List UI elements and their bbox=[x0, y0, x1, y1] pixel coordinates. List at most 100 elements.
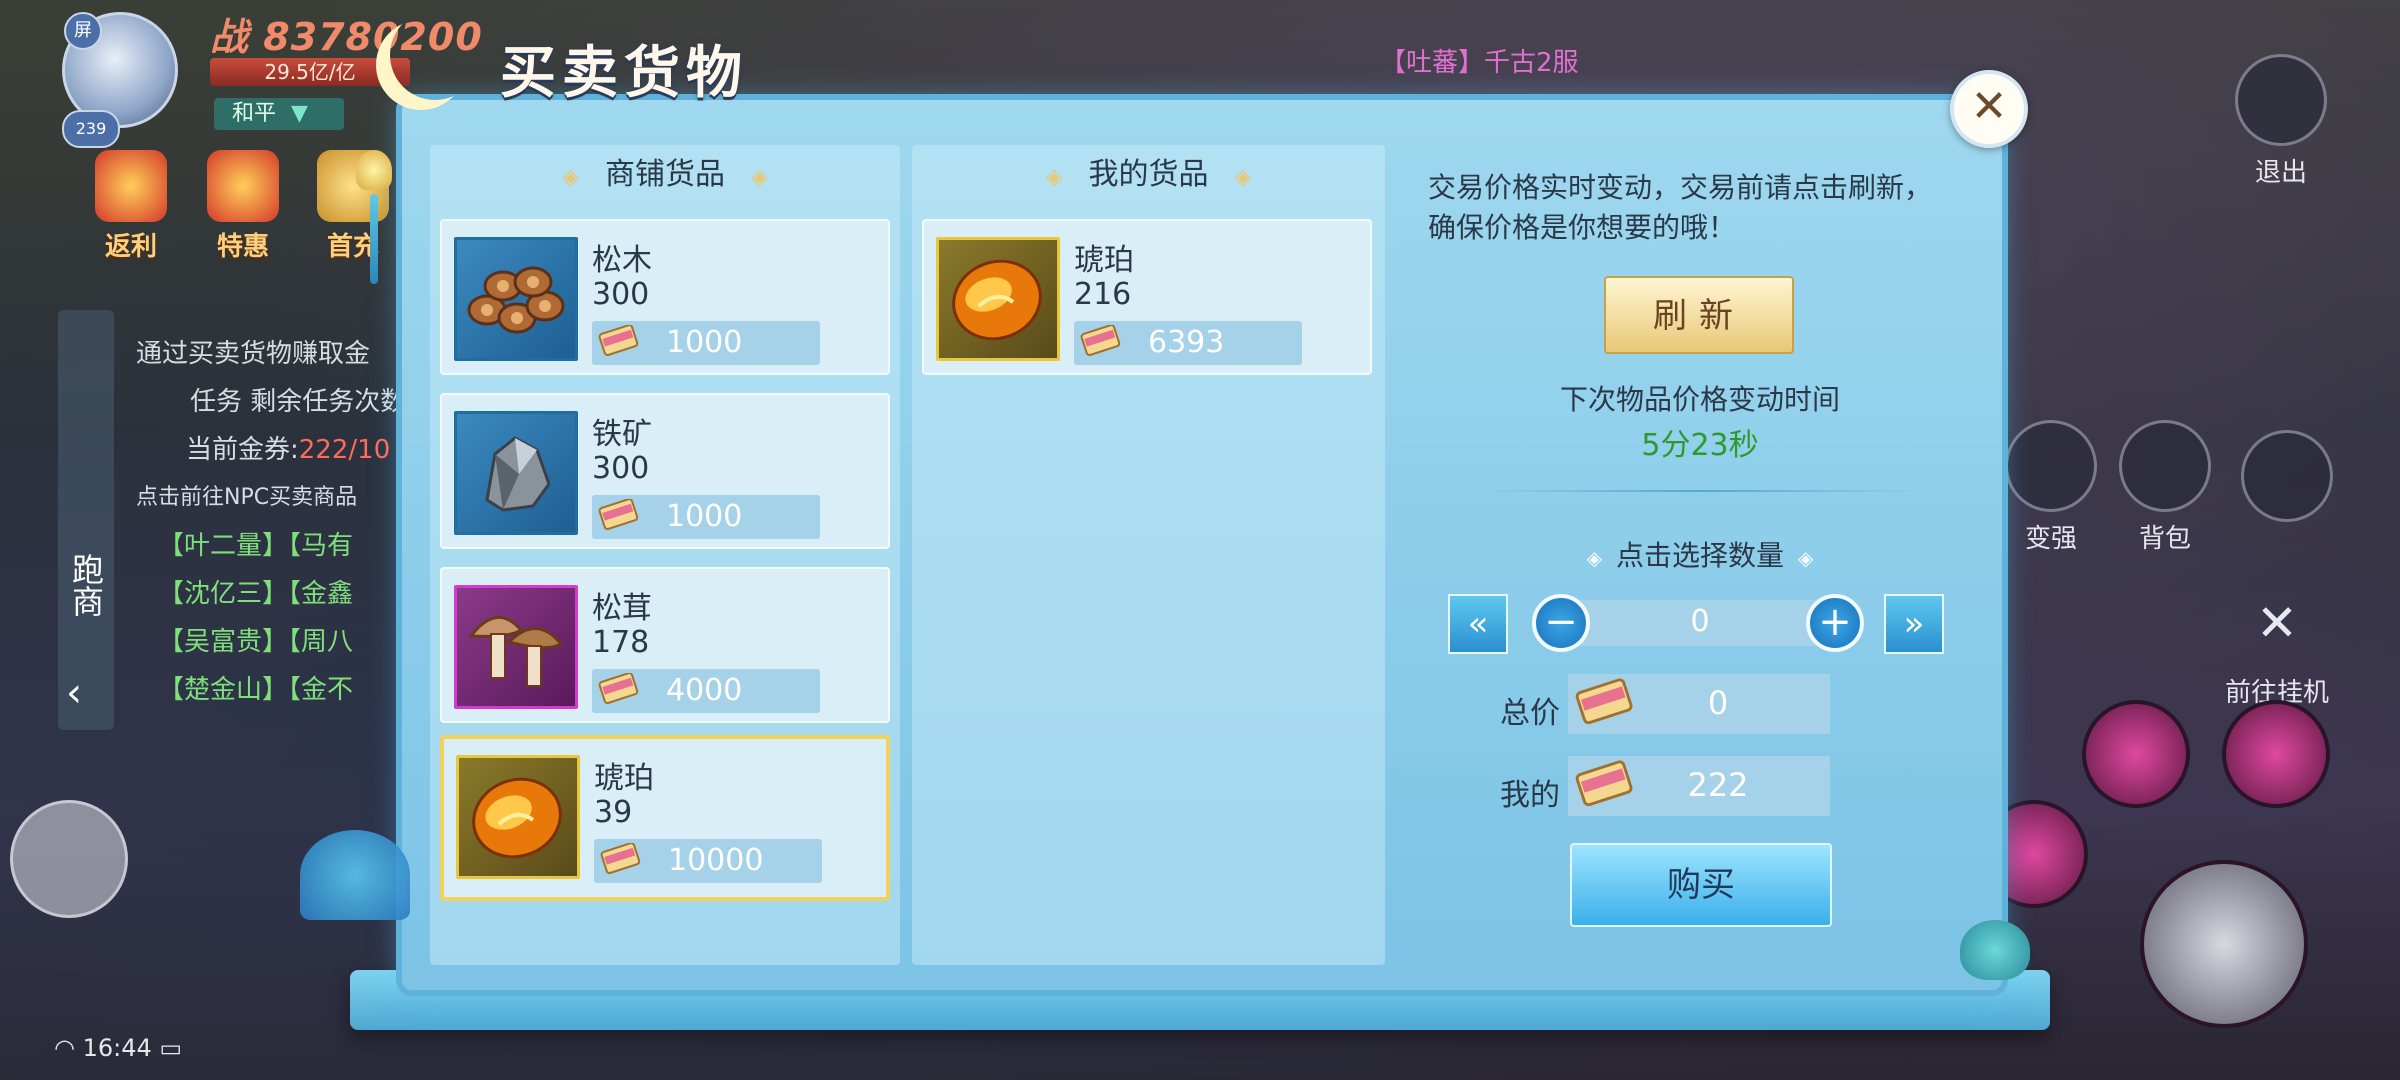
chevron-down-icon: ▼ bbox=[291, 101, 308, 126]
strength-icon bbox=[2005, 420, 2097, 512]
close-icon: ✕ bbox=[1970, 81, 2008, 132]
hud-icon-label: 特惠 bbox=[216, 232, 269, 262]
refresh-button[interactable]: 刷新 bbox=[1604, 276, 1794, 354]
mine-header: ◈ 我的货品 ◈ bbox=[912, 145, 1385, 205]
my-goods-column: ◈ 我的货品 ◈ 琥珀 216 6393 bbox=[912, 145, 1385, 965]
qty-value[interactable]: 0 bbox=[1552, 604, 1848, 639]
wifi-icon: ◠ bbox=[54, 1034, 75, 1062]
dpad-icon bbox=[2241, 430, 2333, 522]
item-name: 松茸 bbox=[592, 591, 652, 626]
attack-button[interactable] bbox=[2140, 860, 2308, 1028]
diamond-icon: ◈ bbox=[751, 165, 768, 190]
strength-label: 变强 bbox=[2024, 524, 2077, 554]
mine-value: 222 bbox=[1687, 766, 1749, 804]
total-label: 总价 bbox=[1500, 696, 1560, 731]
divider bbox=[1480, 490, 1920, 492]
hud-icon-rebate[interactable]: 返利 bbox=[88, 150, 174, 263]
screen-lock-chip[interactable]: 屏 bbox=[64, 12, 102, 50]
level-badge: 239 bbox=[62, 110, 120, 148]
quest-line-2: 任务 剩余任务次数 bbox=[190, 387, 407, 417]
diamond-icon: ◈ bbox=[1798, 546, 1814, 570]
exit-button[interactable]: 退出 bbox=[2226, 54, 2336, 189]
item-qty: 178 bbox=[592, 625, 650, 660]
pk-mode-selector[interactable]: 和平 ▼ bbox=[214, 98, 344, 130]
side-tab-trade[interactable]: 跑商 bbox=[58, 310, 114, 730]
status-bar: ◠ 16:44 ▭ bbox=[54, 1034, 182, 1062]
npc-link[interactable]: 【沈亿三】【金鑫 bbox=[136, 570, 416, 618]
swords-icon: ✕ bbox=[2256, 594, 2298, 652]
diamond-icon: ◈ bbox=[1234, 165, 1252, 190]
double-chevron-left-icon: « bbox=[1467, 604, 1489, 644]
sale-icon bbox=[207, 150, 279, 222]
mine-label: 我的 bbox=[1500, 778, 1560, 813]
item-qty: 39 bbox=[594, 795, 633, 830]
item-qty: 300 bbox=[592, 277, 650, 312]
strength-button[interactable]: 变强 bbox=[1996, 420, 2106, 555]
total-value: 0 bbox=[1707, 684, 1729, 722]
item-price: 1000 bbox=[666, 499, 743, 534]
coupon-icon bbox=[598, 673, 639, 705]
qty-max-button[interactable]: » bbox=[1884, 594, 1944, 654]
collapse-arrow-icon[interactable]: ‹ bbox=[66, 670, 82, 716]
amber-icon bbox=[936, 237, 1060, 361]
coupon-label: 当前金券: bbox=[186, 435, 299, 465]
diamond-icon: ◈ bbox=[1586, 546, 1602, 570]
amber-icon bbox=[456, 755, 580, 879]
shop-item[interactable]: 松茸 178 4000 bbox=[440, 567, 890, 723]
close-button[interactable]: ✕ bbox=[1950, 70, 2028, 148]
shop-header-label: 商铺货品 bbox=[605, 157, 725, 192]
chat-line: 【吐蕃】千古2服 bbox=[1380, 48, 1579, 78]
auto-battle-button[interactable]: ✕ 前往挂机 bbox=[2212, 580, 2342, 709]
item-price-box: 4000 bbox=[592, 669, 820, 713]
item-price-box: 1000 bbox=[592, 495, 820, 539]
bag-button[interactable]: 背包 bbox=[2110, 420, 2220, 555]
npc-link[interactable]: 【吴富贵】【周八 bbox=[136, 618, 416, 666]
price-notice: 交易价格实时变动，交易前请点击刷新，确保价格是你想要的哦！ bbox=[1428, 171, 1933, 244]
bag-label: 背包 bbox=[2138, 524, 2191, 554]
skill-button[interactable] bbox=[2222, 700, 2330, 808]
choose-qty-label: ◈ 点击选择数量 ◈ bbox=[1450, 534, 1950, 574]
hud-icon-sale[interactable]: 特惠 bbox=[200, 150, 286, 263]
qty-plus-button[interactable]: + bbox=[1806, 594, 1864, 652]
npc-link[interactable]: 【叶二量】【马有 bbox=[136, 522, 416, 570]
coupon-icon bbox=[598, 325, 639, 357]
item-qty: 300 bbox=[592, 451, 650, 486]
coupon-icon bbox=[1575, 760, 1633, 807]
gift-icon bbox=[95, 150, 167, 222]
moon-decoration-icon bbox=[390, 10, 480, 100]
item-name: 琥珀 bbox=[1074, 243, 1134, 278]
shop-item[interactable]: 松木 300 1000 bbox=[440, 219, 890, 375]
pine-wood-icon bbox=[454, 237, 578, 361]
clock: 16:44 bbox=[82, 1034, 152, 1062]
total-box: 0 bbox=[1568, 674, 1830, 734]
bell-decoration-icon bbox=[356, 150, 392, 290]
menu-button[interactable] bbox=[2232, 430, 2342, 528]
item-price: 4000 bbox=[666, 673, 743, 708]
shop-item-selected[interactable]: 琥珀 39 10000 bbox=[440, 735, 890, 901]
item-price-box: 6393 bbox=[1074, 321, 1302, 365]
battery-icon: ▭ bbox=[159, 1034, 183, 1062]
qty-min-button[interactable]: « bbox=[1448, 594, 1508, 654]
shop-item[interactable]: 铁矿 300 1000 bbox=[440, 393, 890, 549]
buy-button[interactable]: 购买 bbox=[1570, 843, 1832, 927]
npc-link[interactable]: 【楚金山】【金不 bbox=[136, 666, 416, 714]
hud-icon-label: 返利 bbox=[104, 232, 157, 262]
my-item[interactable]: 琥珀 216 6393 bbox=[922, 219, 1372, 375]
shop-header: ◈ 商铺货品 ◈ bbox=[430, 145, 900, 205]
skill-button[interactable] bbox=[2082, 700, 2190, 808]
exit-label: 退出 bbox=[2254, 158, 2307, 188]
item-price-box: 10000 bbox=[594, 839, 822, 883]
countdown-timer: 5分23秒 bbox=[1641, 428, 1759, 463]
iron-ore-icon bbox=[454, 411, 578, 535]
virtual-joystick[interactable] bbox=[10, 800, 128, 918]
coupon-icon bbox=[1575, 678, 1633, 725]
item-qty: 216 bbox=[1074, 277, 1132, 312]
teapot-decoration-icon bbox=[1960, 920, 2030, 980]
matsutake-icon bbox=[454, 585, 578, 709]
quest-panel[interactable]: 通过买卖货物赚取金 任务 剩余任务次数 当前金券:222/10 点击前往NPC买… bbox=[136, 330, 416, 714]
quest-line-1: 通过买卖货物赚取金 bbox=[136, 339, 371, 369]
item-price: 1000 bbox=[666, 325, 743, 360]
qty-minus-button[interactable]: − bbox=[1532, 594, 1590, 652]
coupon-value: 222/10 bbox=[298, 435, 391, 465]
minus-icon: − bbox=[1544, 599, 1578, 645]
